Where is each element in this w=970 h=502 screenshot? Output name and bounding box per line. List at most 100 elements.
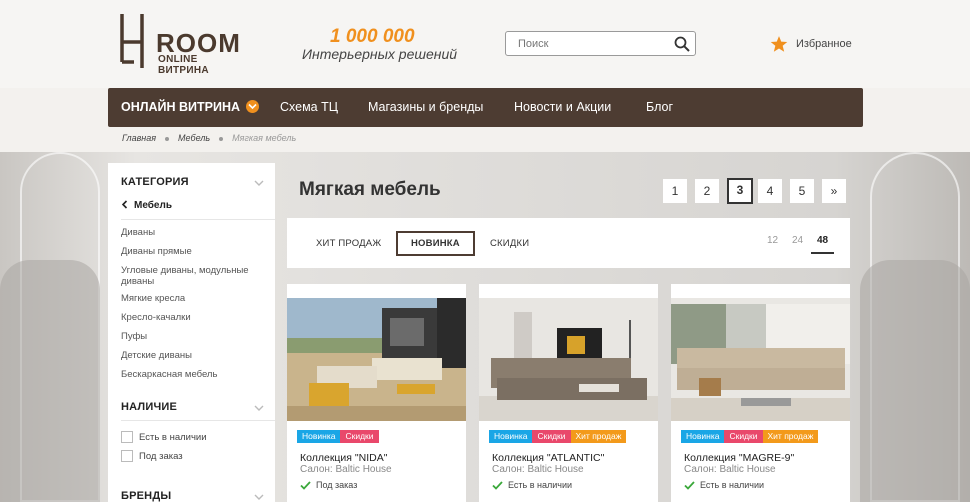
- check-icon: [684, 480, 695, 490]
- category-link[interactable]: Диваны прямые: [121, 246, 266, 257]
- chevron-left-icon: [121, 200, 128, 209]
- search-icon[interactable]: [673, 35, 691, 53]
- product-name[interactable]: Коллекция "ATLANTIC": [492, 452, 604, 464]
- background-armchair: [860, 260, 970, 502]
- nav-item-blog[interactable]: Блог: [646, 88, 673, 127]
- per-page-option-active[interactable]: 48: [811, 235, 835, 254]
- page-link[interactable]: 1: [663, 179, 687, 203]
- badge-sale: Скидки: [340, 430, 379, 443]
- breadcrumb-furniture[interactable]: Мебель: [178, 133, 210, 143]
- breadcrumb-separator: [165, 136, 170, 141]
- product-availability: Есть в наличии: [492, 480, 572, 490]
- slogan-text: Интерьерных решений: [302, 46, 458, 62]
- badge-new: Новинка: [297, 430, 341, 443]
- search-box: [505, 31, 696, 56]
- nav-item-online-showcase[interactable]: ОНЛАЙН ВИТРИНА: [121, 88, 260, 127]
- product-image[interactable]: [287, 298, 466, 421]
- filter-sidebar: КАТЕГОРИЯ Мебель Диваны Диваны прямые Уг…: [108, 163, 275, 502]
- slogan-number: 1 000 000: [330, 26, 415, 47]
- category-link[interactable]: Кресло-качалки: [121, 312, 266, 323]
- product-image[interactable]: [479, 298, 658, 421]
- background-armchair: [0, 260, 100, 502]
- logo-mark-icon: [120, 14, 144, 68]
- breadcrumb: Главная Мебель Мягкая мебель: [122, 133, 296, 143]
- favorites-link[interactable]: Избранное: [770, 34, 852, 54]
- category-link[interactable]: Диваны: [121, 227, 266, 238]
- filter-tab-sale[interactable]: СКИДКИ: [490, 231, 529, 256]
- checkbox[interactable]: [121, 431, 133, 443]
- checkbox-label: Есть в наличии: [139, 431, 207, 443]
- filter-in-stock[interactable]: Есть в наличии: [121, 431, 207, 443]
- breadcrumb-current: Мягкая мебель: [232, 133, 297, 143]
- divider: [121, 420, 275, 421]
- chevron-down-icon: [246, 100, 260, 114]
- product-card[interactable]: Новинка Скидки Хит продаж Коллекция "MAG…: [671, 284, 850, 502]
- check-icon: [492, 480, 503, 490]
- category-back-link[interactable]: Мебель: [121, 200, 172, 211]
- brands-heading[interactable]: БРЕНДЫ: [121, 490, 171, 502]
- chevron-down-icon[interactable]: [254, 180, 264, 186]
- product-badges: Новинка Скидки Хит продаж: [489, 430, 627, 443]
- product-shop: Салон: Baltic House: [300, 464, 392, 475]
- product-availability: Под заказ: [300, 480, 357, 490]
- page-link[interactable]: 4: [758, 179, 782, 203]
- category-link[interactable]: Пуфы: [121, 331, 266, 342]
- nav-item-shops-brands[interactable]: Магазины и бренды: [368, 88, 483, 127]
- page-title: Мягкая мебель: [299, 179, 441, 200]
- category-heading[interactable]: КАТЕГОРИЯ: [121, 176, 189, 188]
- site-logo[interactable]: ROOM ONLINE ВИТРИНА: [118, 10, 248, 76]
- category-link[interactable]: Мягкие кресла: [121, 293, 266, 304]
- availability-heading[interactable]: НАЛИЧИЕ: [121, 401, 177, 413]
- nav-item-label: ОНЛАЙН ВИТРИНА: [121, 100, 241, 114]
- product-name[interactable]: Коллекция "NIDA": [300, 452, 387, 464]
- page-next[interactable]: »: [822, 179, 846, 203]
- product-shop: Салон: Baltic House: [684, 464, 776, 475]
- per-page-option[interactable]: 24: [792, 235, 803, 246]
- check-icon: [300, 480, 311, 490]
- availability-label: Есть в наличии: [700, 480, 764, 490]
- page-link[interactable]: 2: [695, 179, 719, 203]
- filter-on-order[interactable]: Под заказ: [121, 450, 183, 462]
- availability-label: Под заказ: [316, 480, 358, 490]
- product-card[interactable]: Новинка Скидки Коллекция "NIDA" Салон: B…: [287, 284, 466, 502]
- breadcrumb-separator: [219, 136, 224, 141]
- badge-new: Новинка: [489, 430, 533, 443]
- chevron-down-icon[interactable]: [254, 494, 264, 500]
- search-input[interactable]: [506, 32, 666, 55]
- divider: [121, 219, 275, 220]
- favorites-label: Избранное: [796, 38, 852, 50]
- chevron-down-icon[interactable]: [254, 405, 264, 411]
- category-back-label: Мебель: [134, 200, 172, 211]
- product-shop: Салон: Baltic House: [492, 464, 584, 475]
- catalog-header: Мягкая мебель 1 2 3 4 5 » ХИТ ПРОДАЖ НОВ…: [287, 163, 850, 268]
- product-image[interactable]: [671, 298, 850, 421]
- category-link[interactable]: Угловые диваны, модульные диваны: [121, 265, 266, 287]
- product-availability: Есть в наличии: [684, 480, 764, 490]
- product-badges: Новинка Скидки: [297, 430, 379, 443]
- nav-item-mall-map[interactable]: Схема ТЦ: [280, 88, 338, 127]
- logo-subtitle: ONLINE ВИТРИНА: [158, 54, 209, 76]
- category-link[interactable]: Детские диваны: [121, 350, 266, 361]
- badge-bestseller: Хит продаж: [570, 430, 627, 443]
- badge-sale: Скидки: [532, 430, 571, 443]
- category-link[interactable]: Бескаркасная мебель: [121, 369, 266, 380]
- star-icon: [770, 36, 788, 52]
- per-page-option[interactable]: 12: [767, 235, 778, 246]
- filter-tab-new[interactable]: НОВИНКА: [396, 231, 475, 256]
- breadcrumb-home[interactable]: Главная: [122, 133, 156, 143]
- page-link[interactable]: 5: [790, 179, 814, 203]
- sort-filter-bar: ХИТ ПРОДАЖ НОВИНКА СКИДКИ 12 24 48: [287, 218, 850, 268]
- page-link-current[interactable]: 3: [727, 178, 753, 204]
- nav-item-news[interactable]: Новости и Акции: [514, 88, 611, 127]
- product-badges: Новинка Скидки Хит продаж: [681, 430, 819, 443]
- product-card[interactable]: Новинка Скидки Хит продаж Коллекция "ATL…: [479, 284, 658, 502]
- filter-tab-bestsellers[interactable]: ХИТ ПРОДАЖ: [316, 231, 381, 256]
- product-name[interactable]: Коллекция "MAGRE-9": [684, 452, 794, 464]
- badge-sale: Скидки: [724, 430, 763, 443]
- main-nav: ОНЛАЙН ВИТРИНА Схема ТЦ Магазины и бренд…: [108, 88, 863, 127]
- checkbox[interactable]: [121, 450, 133, 462]
- badge-new: Новинка: [681, 430, 725, 443]
- badge-bestseller: Хит продаж: [762, 430, 819, 443]
- availability-label: Есть в наличии: [508, 480, 572, 490]
- site-header: ROOM ONLINE ВИТРИНА 1 000 000 Интерьерны…: [0, 0, 970, 88]
